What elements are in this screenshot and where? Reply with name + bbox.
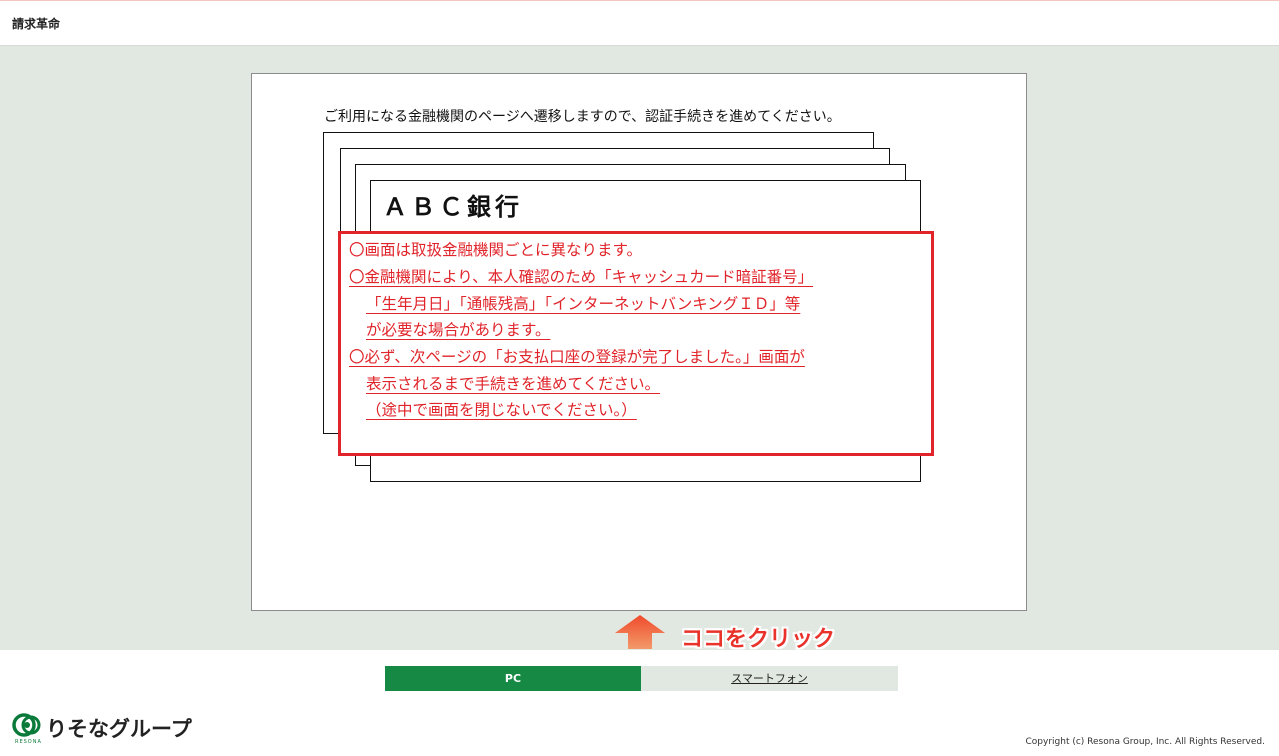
up-arrow-icon	[615, 615, 665, 649]
intro-text: ご利用になる金融機関のページへ遷移しますので、認証手続きを進めてください。	[324, 109, 841, 125]
notice-line-6: 表示されるまで手続きを進めてください。	[366, 375, 661, 393]
notice-line-7: （途中で画面を閉じないでください。）	[366, 401, 637, 419]
view-tabs: PC スマートフォン	[385, 666, 898, 691]
notice-box: 〇画面は取扱金融機関ごとに異なります。 〇金融機関により、本人確認のため「キャッ…	[338, 231, 934, 456]
notice-line-2: 〇金融機関により、本人確認のため「キャッシュカード暗証番号」	[349, 268, 814, 286]
notice-line-1: 〇画面は取扱金融機関ごとに異なります。	[349, 241, 642, 259]
notice-line-3: 「生年月日」「通帳残高」「インターネットバンキングＩＤ」等	[366, 295, 801, 313]
resona-logo-icon	[12, 713, 41, 737]
resona-logo[interactable]: りそなグループ RESONA	[12, 712, 212, 746]
header: 請求革命	[0, 0, 1279, 46]
logo-text: りそなグループ	[46, 717, 192, 741]
click-here-callout: ココをクリック	[681, 627, 836, 652]
preview-panel[interactable]: ご利用になる金融機関のページへ遷移しますので、認証手続きを進めてください。 ＡＢ…	[251, 73, 1027, 611]
tab-pc[interactable]: PC	[385, 666, 641, 691]
tab-smartphone[interactable]: スマートフォン	[641, 666, 898, 691]
logo-subtext: RESONA	[15, 739, 42, 745]
copyright-text: Copyright (c) Resona Group, Inc. All Rig…	[1025, 737, 1266, 747]
app-title: 請求革命	[12, 17, 61, 31]
notice-line-5: 〇必ず、次ページの「お支払口座の登録が完了しました。」画面が	[349, 348, 805, 366]
notice-line-4: が必要な場合があります。	[366, 321, 551, 339]
bank-name: ＡＢＣ銀行	[383, 193, 523, 221]
main-area: ご利用になる金融機関のページへ遷移しますので、認証手続きを進めてください。 ＡＢ…	[0, 46, 1279, 652]
